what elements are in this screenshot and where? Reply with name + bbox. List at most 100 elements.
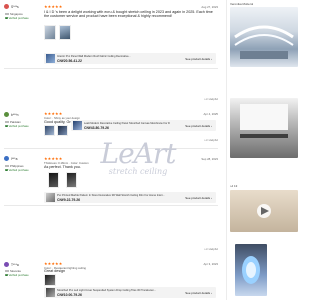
flag-icon-slovenia (5, 269, 9, 273)
country-label: Pakistan (10, 120, 21, 124)
flag-icon-pakistan (5, 120, 9, 124)
sidebar-photo[interactable] (230, 7, 298, 67)
review-photo[interactable] (59, 25, 71, 40)
product-card[interactable]: Lealt Modern Decorative Ceiling Panel St… (71, 120, 216, 131)
link-label: See product details (185, 56, 211, 61)
link-label: See product details (185, 123, 211, 128)
avatar (4, 112, 9, 117)
review-date: Sep 28, 2023 (201, 157, 218, 161)
helpful-button[interactable]: 👍︎ Helpful (205, 247, 218, 251)
sidebar-photo[interactable] (230, 190, 298, 232)
avatar (4, 262, 9, 267)
review-text: Great design (44, 269, 66, 273)
product-image (46, 288, 55, 297)
chevron-right-icon: › (211, 195, 212, 200)
review-card: S***s Singapore ✓ Verified purchase ★★★★… (0, 0, 226, 69)
product-image (46, 54, 55, 63)
review-date: Apr 4, 2025 (203, 112, 218, 116)
helpful-label: Helpful (208, 138, 218, 142)
see-product-details-link[interactable]: See product details › (185, 57, 212, 61)
link-label: See product details (185, 290, 211, 295)
divider (4, 148, 218, 149)
review-photo[interactable] (44, 125, 55, 136)
product-title: Lealt Modern Decorative Ceiling Panel St… (84, 121, 170, 125)
helpful-button[interactable]: 👍︎ Helpful (205, 138, 218, 142)
review-card: b***n Pakistan ✓ Verified purchase ★★★★★… (0, 108, 226, 156)
chevron-right-icon: › (211, 290, 212, 295)
review-photo[interactable] (57, 125, 68, 136)
avatar (4, 156, 9, 161)
count: 13 (233, 184, 238, 188)
photo-review-sidebar: Veronika Molterol 👍︎ 13 (226, 0, 300, 300)
divider (4, 68, 218, 69)
review-card: T***a Slovenia ✓ Verified purchase ★★★★★… (0, 258, 226, 300)
product-image (73, 121, 82, 130)
thumbs-up-icon: 👍︎ (230, 184, 234, 188)
reviews-feed: S***s Singapore ✓ Verified purchase ★★★★… (0, 0, 226, 300)
check-icon: ✓ (5, 16, 8, 20)
review-photo[interactable] (48, 172, 59, 188)
chandelier-illustration (242, 256, 260, 284)
verified-label: Verified purchase (8, 168, 29, 172)
product-title: Interior Pvc Panel Wall Modern Roof Fabr… (57, 54, 131, 58)
helpful-label: Helpful (208, 97, 218, 101)
reviewer-name: l***a (11, 156, 18, 161)
avatar (4, 4, 9, 9)
see-product-details-link[interactable]: See product details › (185, 196, 212, 200)
product-card[interactable]: Pvc Printed Marble Pattern In Store Deco… (44, 192, 216, 203)
thumbs-up-icon: 👍︎ (204, 138, 208, 142)
verified-label: Verified purchase (8, 124, 29, 128)
verified-badge: ✓ Verified purchase (5, 274, 29, 277)
check-icon: ✓ (5, 124, 8, 128)
product-price: CN¥10.00-79.26 (57, 292, 82, 297)
sidebar-photo[interactable] (235, 244, 267, 296)
flag-icon-singapore (5, 12, 9, 16)
verified-badge: ✓ Verified purchase (5, 169, 29, 172)
verified-label: Verified purchase (8, 273, 29, 277)
chevron-right-icon: › (211, 56, 212, 61)
thumbs-up-icon: 👍︎ (204, 97, 208, 101)
review-photo[interactable] (44, 25, 56, 40)
sidebar-user: Veronika Molterol (230, 2, 254, 6)
product-price: CN¥9.22-79.26 (57, 197, 80, 202)
verified-label: Verified purchase (8, 16, 29, 20)
product-price: CN¥43.80-79.26 (84, 125, 109, 130)
reviewer-name: b***n (11, 112, 19, 117)
verified-badge: ✓ Verified purchase (5, 125, 29, 128)
helpful-button[interactable]: 👍︎ Helpful (205, 97, 218, 101)
product-price: CN¥20.56-41.22 (57, 58, 82, 63)
chevron-right-icon: › (211, 123, 212, 128)
country-label: Slovenia (10, 269, 21, 273)
review-text: I & I D 's been a delight working with e… (44, 9, 213, 19)
reviewer-country: Singapore (5, 12, 23, 16)
see-product-details-link[interactable]: See product details › (185, 124, 212, 128)
ceiling-light-illustration (234, 25, 294, 59)
product-image (46, 193, 55, 202)
product-title: Pvc Printed Marble Pattern In Store Deco… (57, 193, 165, 197)
star-rating: ★★★★★ (44, 4, 63, 9)
review-text: As perfect. Thank you. (44, 165, 81, 169)
flag-icon-philippines (5, 164, 9, 168)
reviewer-country: Slovenia (5, 269, 21, 273)
product-card[interactable]: Interior Pvc Panel Wall Modern Roof Fabr… (44, 53, 216, 64)
play-icon (257, 204, 271, 218)
verified-badge: ✓ Verified purchase (5, 17, 29, 20)
product-title: Stretched Pvc Led Light Cover Suspended … (57, 288, 157, 292)
reviewer-name: T***a (11, 262, 19, 267)
review-photo[interactable] (66, 172, 77, 188)
review-photo[interactable] (44, 274, 56, 286)
link-label: See product details (185, 195, 211, 200)
ceiling-panel-illustration (240, 104, 288, 138)
country-label: Philippines (10, 164, 24, 168)
check-icon: ✓ (5, 273, 8, 277)
see-product-details-link[interactable]: See product details › (185, 291, 212, 295)
divider (4, 205, 218, 206)
reviewer-country: Philippines (5, 164, 24, 168)
product-card[interactable]: Stretched Pvc Led Light Cover Suspended … (44, 287, 216, 298)
review-card: l***a Philippines ✓ Verified purchase ★★… (0, 152, 226, 208)
reviewer-country: Pakistan (5, 120, 21, 124)
sidebar-photo[interactable] (230, 98, 298, 158)
check-icon: ✓ (5, 168, 8, 172)
review-date: Aug 27, 2023 (201, 5, 218, 9)
sidebar-helpful-count[interactable]: 👍︎ 13 (230, 184, 237, 188)
